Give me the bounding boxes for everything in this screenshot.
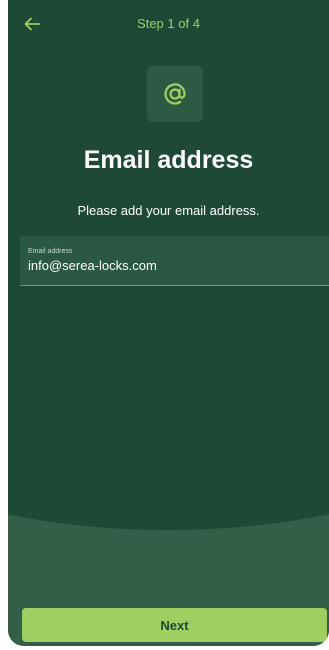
decorative-curve	[8, 280, 329, 530]
email-field-label: Email address	[28, 248, 73, 255]
email-icon-badge	[147, 66, 203, 122]
email-field[interactable]: Email address	[20, 236, 329, 286]
onboarding-screen: Step 1 of 4 Email address Please add you…	[8, 0, 329, 646]
step-indicator: Step 1 of 4	[137, 16, 200, 31]
next-button[interactable]: Next	[22, 608, 327, 642]
page-subtitle: Please add your email address.	[77, 203, 260, 218]
at-sign-icon	[164, 83, 186, 105]
email-input[interactable]	[28, 258, 318, 273]
page-title: Email address	[83, 146, 254, 174]
header: Step 1 of 4	[8, 0, 329, 48]
